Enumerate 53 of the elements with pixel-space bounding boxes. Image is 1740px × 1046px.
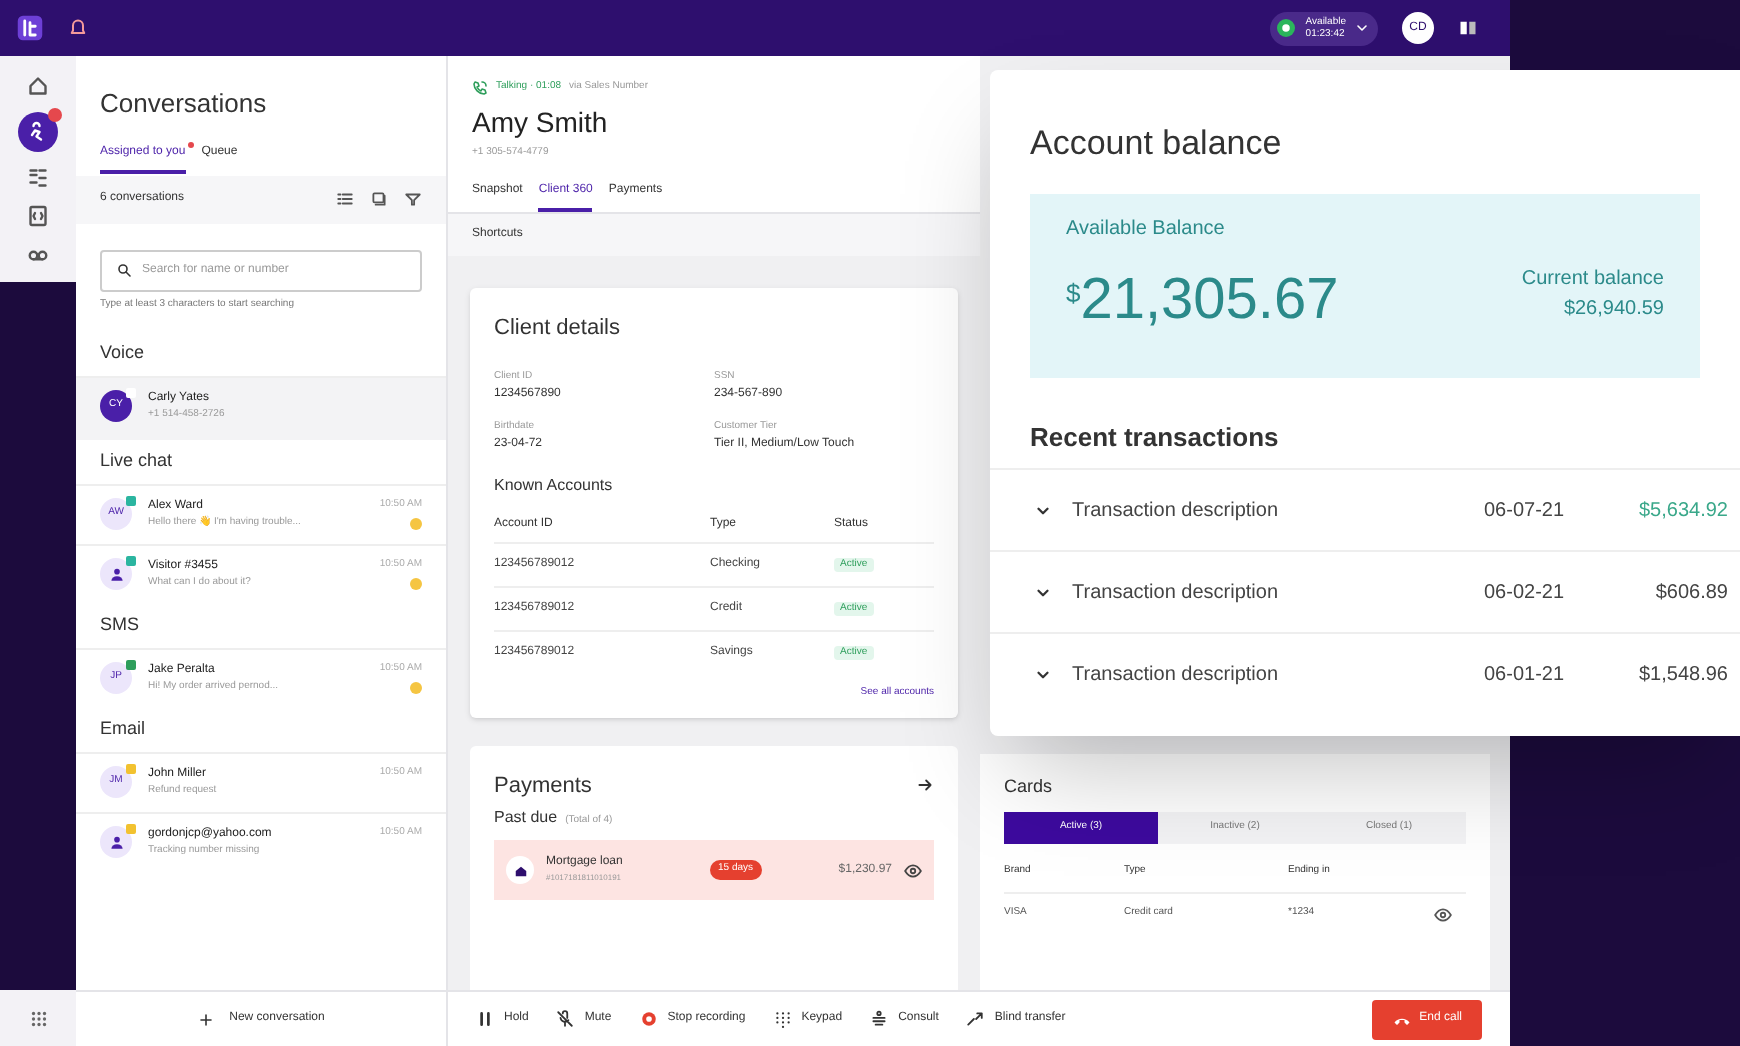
plus-icon (197, 1011, 214, 1027)
transaction-description: Transaction description (1072, 497, 1281, 525)
home-icon[interactable] (26, 74, 50, 98)
filter-icon[interactable] (404, 190, 422, 208)
bell-icon[interactable] (68, 18, 88, 38)
available-balance-amount: 21,305.67 (1080, 267, 1339, 331)
section-heading: Live chat (98, 448, 175, 475)
keypad-icon (773, 1010, 792, 1028)
transaction-date: 06-01-21 (1484, 661, 1567, 689)
transaction-row[interactable]: Transaction description 06-01-21 $1,548.96 (990, 632, 1740, 714)
current-balance-label: Current balance (1521, 265, 1664, 293)
section-heading: SMS (98, 612, 142, 639)
panel-toggle-icon[interactable] (1458, 18, 1478, 38)
panel-title: Account balance (1028, 122, 1284, 166)
person-icon (107, 833, 125, 851)
card-title: Cards (1004, 774, 1055, 800)
transaction-row[interactable]: Transaction description 06-07-21 $5,634.92 (990, 468, 1740, 550)
arrow-right-icon[interactable] (916, 776, 934, 795)
card-title: Client details (494, 313, 622, 343)
microphone-off-icon (556, 1010, 575, 1028)
section-heading: Recent transactions (1028, 419, 1281, 455)
available-balance-label: Available Balance (1066, 215, 1227, 243)
chevron-down-icon (1354, 20, 1370, 36)
eye-icon[interactable] (904, 861, 922, 879)
house-shape-icon (513, 863, 527, 877)
section-heading: Known Accounts (494, 474, 615, 498)
person-icon (107, 565, 125, 583)
pause-icon (476, 1010, 494, 1028)
transaction-amount: $1,548.96 (1637, 661, 1728, 689)
apps-grid-icon[interactable] (27, 1007, 49, 1029)
status-dot-icon (1273, 16, 1298, 40)
list-view-icon[interactable] (336, 190, 354, 208)
card-title: Payments (494, 771, 592, 801)
phone-icon (472, 80, 488, 96)
panel-title: Conversations (98, 86, 269, 122)
section-heading: Email (98, 716, 148, 743)
transaction-date: 06-02-21 (1484, 579, 1567, 607)
transaction-description: Transaction description (1072, 661, 1281, 689)
section-heading: Past due (494, 806, 558, 830)
transaction-amount: $5,634.92 (1637, 497, 1728, 525)
transaction-date: 06-07-21 (1484, 497, 1567, 525)
current-balance-amount: $26,940.59 (1563, 295, 1664, 323)
transaction-description: Transaction description (1072, 579, 1281, 607)
transaction-amount: $606.89 (1653, 579, 1728, 607)
eye-icon[interactable] (1434, 905, 1452, 923)
app-logo-icon (16, 14, 44, 42)
record-icon (639, 1010, 658, 1028)
rail-item[interactable] (18, 112, 58, 152)
section-heading: Voice (98, 340, 147, 367)
caller-name: Amy Smith (472, 104, 610, 142)
currency-symbol: $ (1066, 275, 1081, 311)
search-icon (116, 262, 132, 278)
transaction-row[interactable]: Transaction description 06-02-21 $606.89 (990, 550, 1740, 632)
